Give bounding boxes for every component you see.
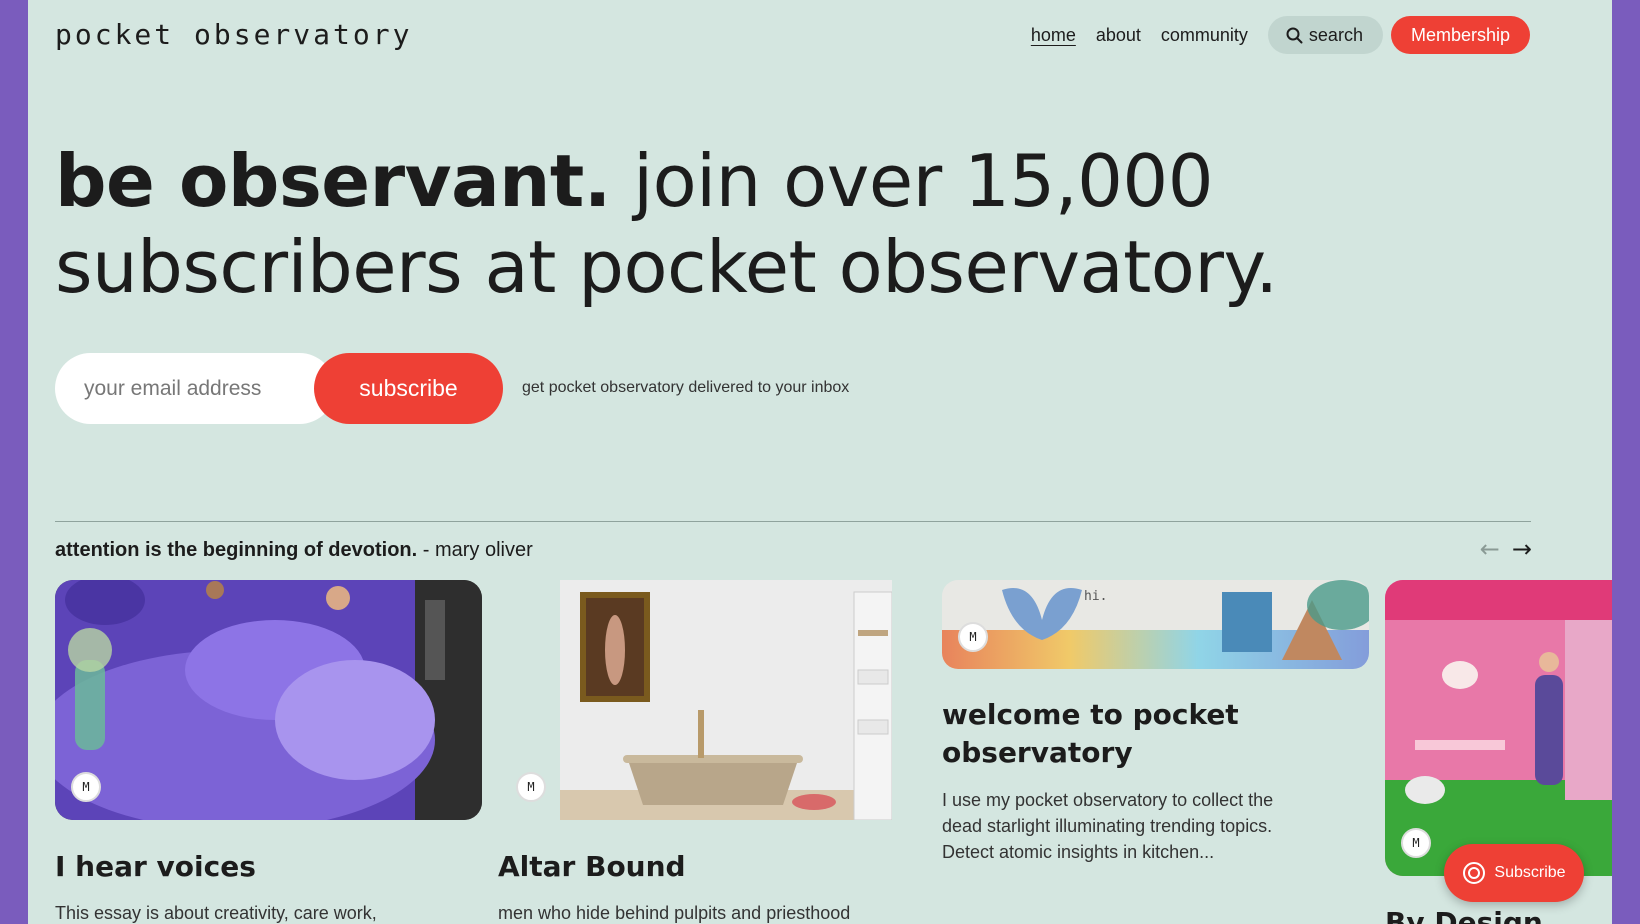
quote-text: attention is the beginning of devotion. bbox=[55, 539, 418, 561]
site-logo[interactable]: pocket observatory bbox=[55, 18, 412, 51]
nav-home-link[interactable]: home bbox=[1031, 25, 1076, 46]
card-image-2[interactable] bbox=[498, 580, 892, 820]
author-avatar[interactable]: M bbox=[71, 772, 101, 802]
nav-community-link[interactable]: community bbox=[1161, 25, 1248, 46]
divider bbox=[55, 521, 1531, 522]
arrow-left-icon[interactable]: ← bbox=[1480, 535, 1500, 563]
carousel-controls: ← → bbox=[1480, 535, 1532, 563]
card-excerpt: men who hide behind pulpits and priestho… bbox=[498, 903, 851, 923]
quote-author: - mary oliver bbox=[417, 539, 533, 561]
card-title[interactable]: welcome to pocket observatory bbox=[942, 696, 1302, 772]
subscribe-note: get pocket observatory delivered to your… bbox=[522, 379, 850, 396]
image-caption: hi. bbox=[1084, 589, 1107, 604]
arrow-right-icon[interactable]: → bbox=[1512, 535, 1532, 563]
card-excerpt: This essay is about creativity, care wor… bbox=[55, 903, 377, 923]
card-title[interactable]: I hear voices bbox=[55, 850, 256, 883]
search-icon bbox=[1286, 27, 1303, 43]
page: pocket observatory home about community … bbox=[28, 0, 1612, 924]
card-excerpt: I use my pocket observatory to collect t… bbox=[942, 790, 1274, 862]
card-title[interactable]: By Design bbox=[1385, 906, 1543, 924]
floating-subscribe-label: Subscribe bbox=[1494, 864, 1566, 881]
author-avatar[interactable]: M bbox=[958, 622, 988, 652]
hero-bold-text: be observant. bbox=[55, 139, 611, 223]
floating-subscribe-button[interactable]: Subscribe bbox=[1444, 844, 1584, 902]
subscribe-button[interactable]: subscribe bbox=[314, 353, 503, 424]
quote: attention is the beginning of devotion. … bbox=[55, 539, 533, 562]
card-image-3[interactable]: hi. bbox=[942, 580, 1369, 669]
author-avatar[interactable]: M bbox=[1401, 828, 1431, 858]
collage-image bbox=[55, 580, 482, 820]
card-image-1[interactable] bbox=[55, 580, 482, 820]
portal-icon bbox=[1463, 862, 1486, 884]
author-avatar[interactable]: M bbox=[516, 772, 546, 802]
membership-button[interactable]: Membership bbox=[1390, 16, 1530, 54]
card-title[interactable]: Altar Bound bbox=[498, 850, 686, 883]
bathroom-image bbox=[498, 580, 892, 820]
search-button[interactable]: search bbox=[1267, 16, 1383, 54]
nav-about-link[interactable]: about bbox=[1096, 25, 1141, 46]
butterfly-collage-image: hi. bbox=[942, 580, 1369, 669]
search-label: search bbox=[1308, 24, 1363, 45]
email-field[interactable] bbox=[84, 353, 314, 424]
main-nav: home about community search Membership bbox=[1031, 16, 1530, 54]
hero-heading: be observant. join over 15,000 subscribe… bbox=[55, 138, 1575, 310]
